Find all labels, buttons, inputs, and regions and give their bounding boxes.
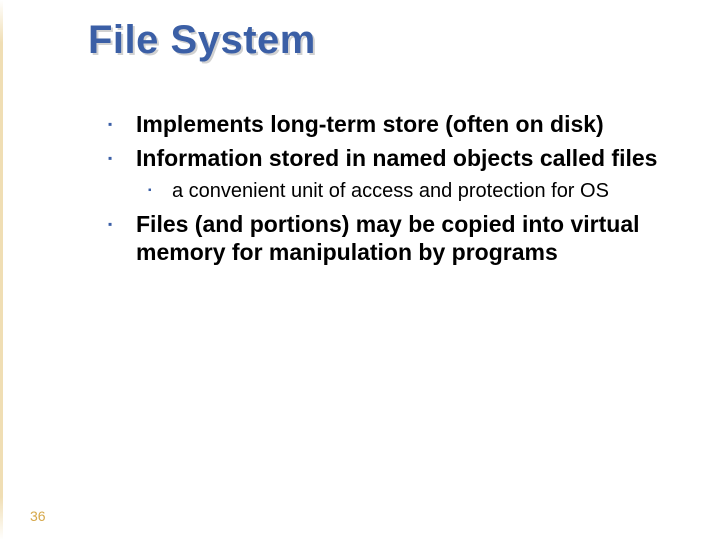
bullet-text: Information stored in named objects call… — [136, 144, 657, 172]
bullet-text: Files (and portions) may be copied into … — [136, 210, 668, 266]
bullet-level1: ▪ Information stored in named objects ca… — [108, 144, 668, 172]
bullet-text: Implements long-term store (often on dis… — [136, 110, 604, 138]
slide: File System ▪ Implements long-term store… — [0, 0, 720, 540]
bullet-level1: ▪ Implements long-term store (often on d… — [108, 110, 668, 138]
page-number: 36 — [30, 508, 46, 524]
slide-body: ▪ Implements long-term store (often on d… — [108, 110, 668, 272]
square-bullet-icon: ▪ — [108, 110, 136, 138]
square-bullet-icon: ▪ — [148, 178, 172, 204]
slide-title: File System — [88, 18, 316, 63]
square-bullet-icon: ▪ — [108, 210, 136, 238]
bullet-level1: ▪ Files (and portions) may be copied int… — [108, 210, 668, 266]
bullet-text: a convenient unit of access and protecti… — [172, 178, 609, 204]
square-bullet-icon: ▪ — [108, 144, 136, 172]
bullet-level2: ▪ a convenient unit of access and protec… — [148, 178, 668, 204]
